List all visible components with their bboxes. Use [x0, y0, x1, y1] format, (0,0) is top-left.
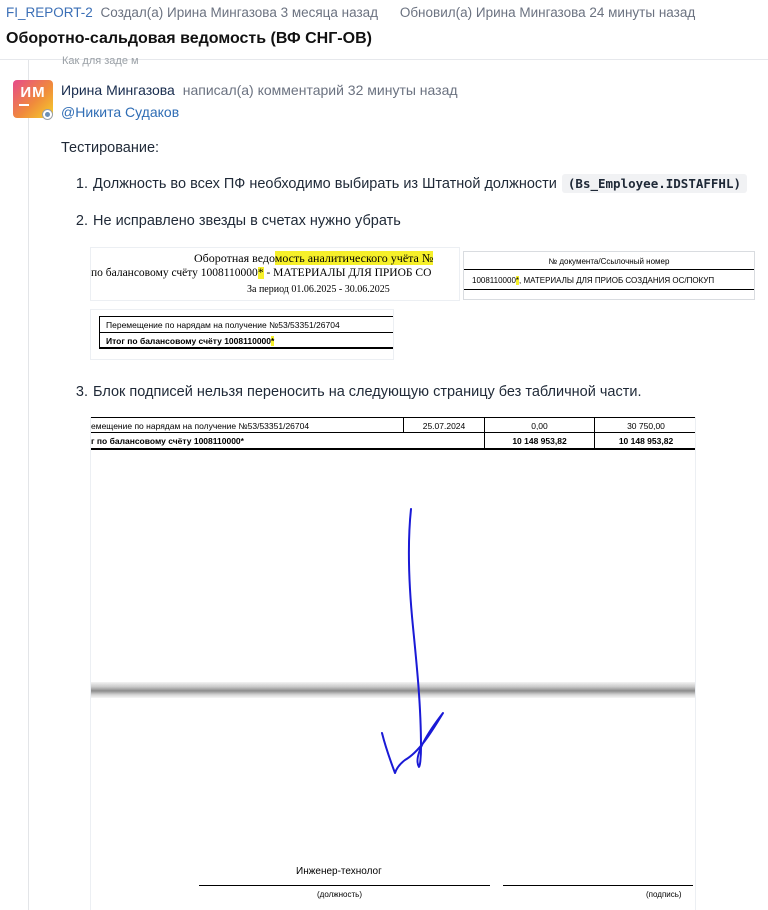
created-info: Создал(а) Ирина Мингазова 3 месяца назад [100, 5, 379, 20]
comment-author[interactable]: Ирина Мингазова [61, 82, 175, 98]
list-number: 3. [75, 384, 88, 400]
avatar-dash [19, 104, 29, 106]
report-title-part: Оборотная ведо [194, 251, 275, 265]
table-row-total: Итог по балансовому счёту 1008110000* [99, 332, 393, 349]
page-title: Оборотно-сальдовая ведомость (ВФ СНГ-ОВ) [6, 30, 372, 47]
partial-hidden-line: Как для заде м [62, 55, 139, 67]
signature-caption: (должность) [317, 890, 362, 899]
signature-line [199, 885, 490, 886]
issue-key-link[interactable]: FI_REPORT-2 [6, 5, 93, 20]
list-item: 2. Не исправлено звезды в счетах нужно уб… [72, 213, 401, 229]
cell-text: 1008110000 [472, 276, 516, 285]
list-text: Блок подписей нельзя переносить на следу… [93, 384, 642, 400]
list-item: 3. Блок подписей нельзя переносить на сле… [72, 384, 642, 400]
signature-position-text: Инженер-технолог [296, 866, 382, 877]
asterisk-highlight: * [271, 336, 275, 346]
updated-info: Обновил(а) Ирина Мингазова 24 минуты наз… [399, 5, 696, 20]
table-row: Перемещение по нарядам на получение №53/… [99, 316, 393, 333]
thread-rail [28, 60, 29, 910]
report-title-text: Оборотная ведомость аналитического учёта… [194, 251, 434, 266]
status-dot-icon [42, 109, 53, 120]
attached-screenshot-signature-block[interactable]: емещение по нарядам на получение №53/533… [90, 417, 696, 910]
report-period-text: За период 01.06.2025 - 30.06.2025 [247, 284, 390, 295]
table-header: № документа/Ссылочный номер [464, 252, 754, 270]
account-text: - МАТЕРИАЛЫ ДЛЯ ПРИОБ СО [263, 267, 432, 279]
list-item: 1. Должность во всех ПФ необходимо выбира… [72, 174, 747, 193]
comment-action: написал(а) комментарий 32 минуты назад [182, 82, 458, 98]
comment-intro: Тестирование: [61, 140, 160, 156]
cell-text: №53/53351/26704 [266, 320, 340, 330]
annotation-arrow-icon [381, 508, 444, 774]
inline-code: (Bs_Employee.IDSTAFFHL) [561, 174, 747, 193]
report-account-text: по балансовому счёту 1008110000* - МАТЕР… [91, 267, 431, 279]
report-title-part: мость аналитического учёта № [274, 251, 434, 265]
account-text: по балансовому счёту 1008110000 [91, 267, 258, 279]
attached-screenshot-total-row[interactable]: Перемещение по нарядам на получение №53/… [90, 309, 394, 360]
issue-meta: FI_REPORT-2 Создал(а) Ирина Мингазова 3 … [6, 5, 695, 20]
avatar-initials: ИМ [20, 84, 46, 101]
signature-caption: (подпись) [646, 890, 682, 899]
cell-text: Итог по балансовому счёту 1008110000 [106, 336, 271, 346]
list-text: Не исправлено звезды в счетах нужно убра… [93, 213, 401, 229]
comment-author-line: Ирина Мингазова написал(а) комментарий 3… [61, 82, 458, 98]
mention-link[interactable]: @Никита Судаков [61, 104, 179, 120]
issue-header: FI_REPORT-2 Создал(а) Ирина Мингазова 3 … [0, 0, 768, 60]
cell-text: Перемещение по нарядам на получение [106, 320, 267, 330]
cell-text: , МАТЕРИАЛЫ ДЛЯ ПРИОБ СОЗДАНИЯ ОС/ПОКУП [519, 276, 715, 285]
list-text: Должность во всех ПФ необходимо выбирать… [93, 176, 557, 192]
list-number: 2. [75, 213, 88, 229]
table-row: 1008110000*, МАТЕРИАЛЫ ДЛЯ ПРИОБ СОЗДАНИ… [464, 270, 754, 290]
signature-line [503, 885, 693, 886]
attached-screenshot-report-header[interactable]: Оборотная ведомость аналитического учёта… [90, 247, 460, 301]
report-title-highlight: мость аналитического учёта № [274, 251, 434, 265]
attached-screenshot-doc-number[interactable]: № документа/Ссылочный номер 1008110000*,… [463, 251, 755, 300]
list-number: 1. [75, 176, 88, 192]
